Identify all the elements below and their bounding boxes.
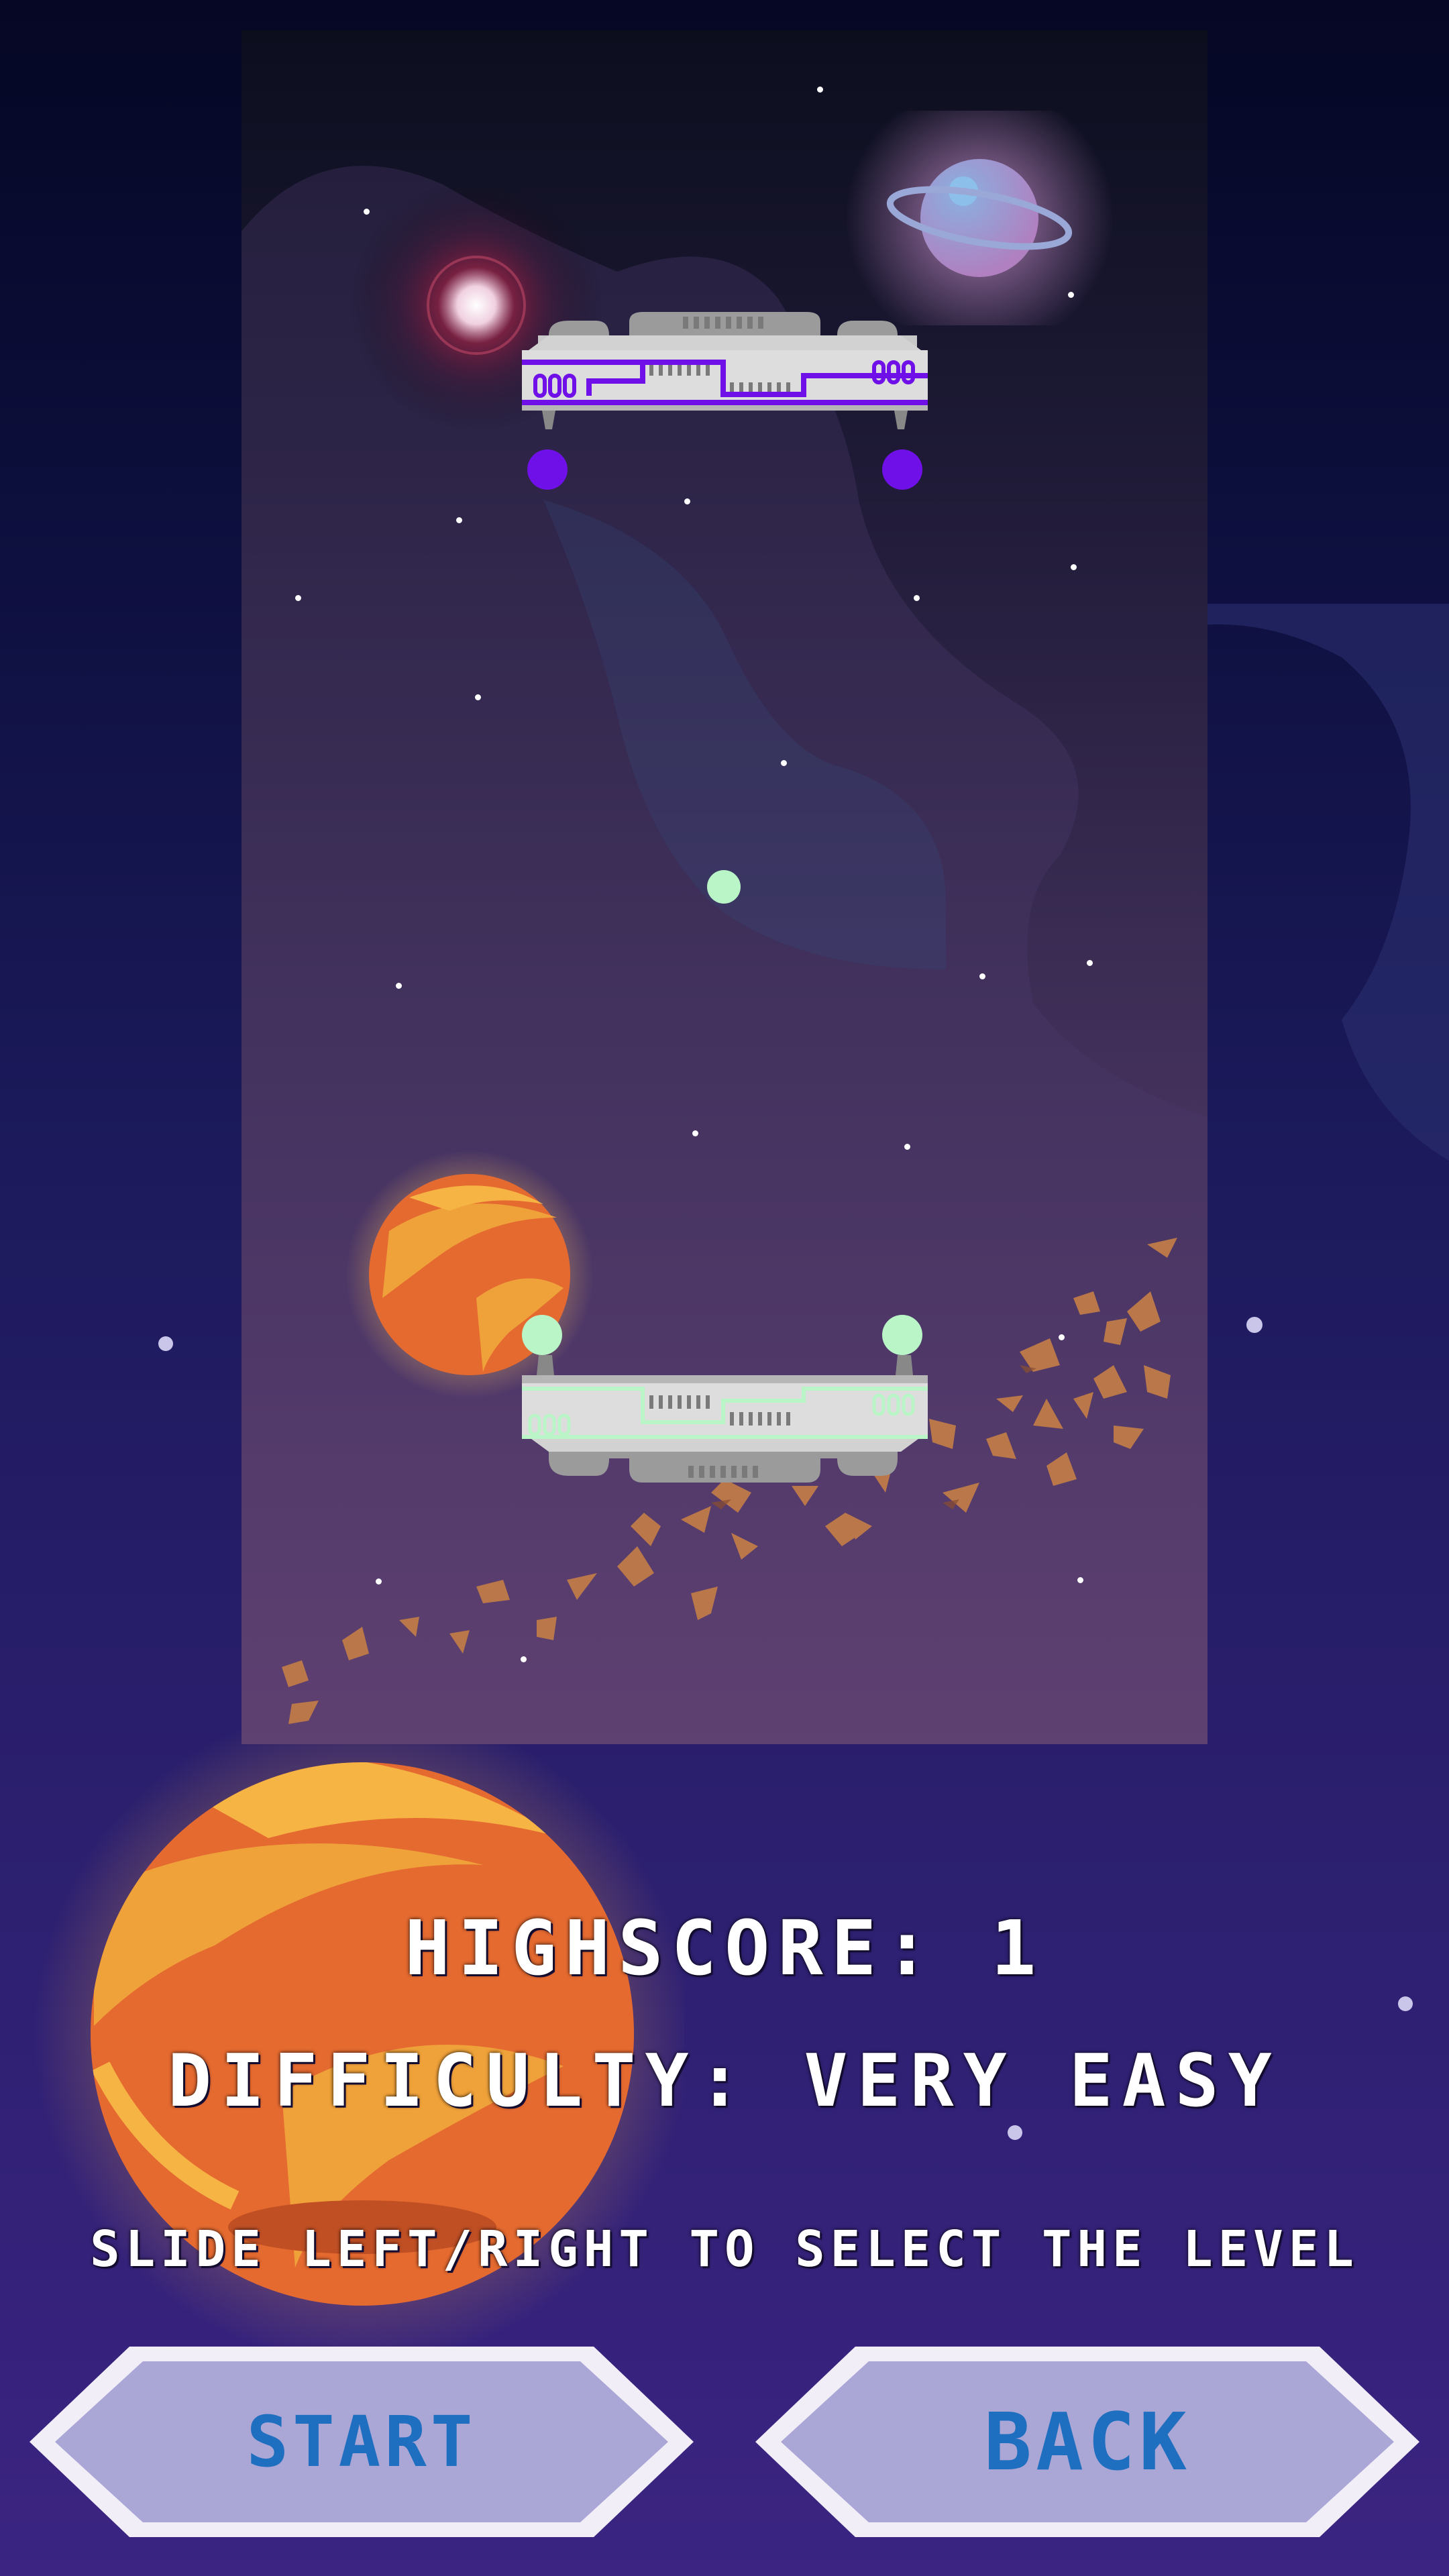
background-star — [1246, 1317, 1263, 1333]
star — [1068, 292, 1074, 298]
star — [692, 1130, 698, 1136]
background-star — [158, 1336, 173, 1351]
star — [456, 517, 462, 523]
star — [979, 973, 985, 979]
star — [1071, 564, 1077, 570]
star — [364, 209, 370, 215]
star — [1087, 960, 1093, 966]
highscore-label: HIGHSCORE: 1 — [405, 1905, 1044, 1992]
star — [781, 760, 787, 766]
start-button-label: START — [246, 2401, 477, 2483]
star — [684, 498, 690, 504]
back-button-label: BACK — [983, 2396, 1191, 2488]
star — [817, 87, 823, 93]
star — [475, 694, 481, 700]
start-button[interactable]: START — [25, 2341, 698, 2542]
player-paddle[interactable] — [522, 1315, 928, 1496]
background-star — [1398, 1996, 1413, 2011]
star — [295, 595, 301, 601]
level-preview[interactable] — [241, 30, 1208, 1744]
opponent-paddle — [522, 312, 928, 490]
star — [904, 1144, 910, 1150]
back-button[interactable]: BACK — [751, 2341, 1424, 2542]
star — [914, 595, 920, 601]
ball — [707, 870, 741, 904]
difficulty-label: DIFFICULTY: VERY EASY — [168, 2039, 1281, 2123]
level-select-instruction: SLIDE LEFT/RIGHT TO SELECT THE LEVEL — [90, 2220, 1359, 2278]
star — [396, 983, 402, 989]
background-star — [1008, 2125, 1022, 2140]
